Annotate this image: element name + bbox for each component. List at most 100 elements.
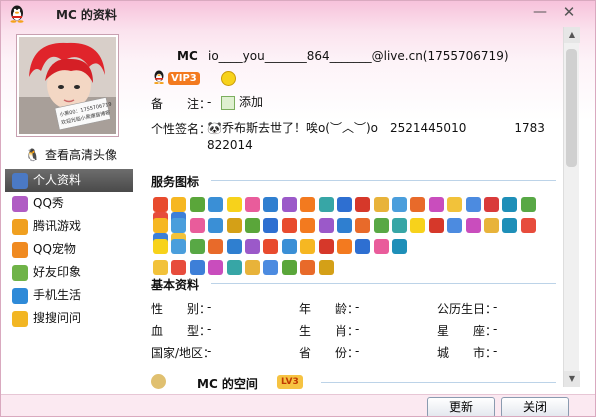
service-icon[interactable] [465, 197, 481, 212]
service-icon[interactable] [208, 260, 224, 275]
service-icon[interactable] [410, 218, 426, 233]
add-remark-link[interactable]: 添加 [221, 93, 263, 110]
service-icon[interactable] [336, 218, 352, 233]
signature-text: 🐼乔布斯去世了！唉o(︶︿︶)o 2521445010 1783822014 [207, 121, 545, 152]
game-icon [12, 219, 28, 235]
service-icon[interactable] [208, 218, 224, 233]
service-icon[interactable] [226, 197, 242, 212]
content-scrollbar[interactable]: ▲ ▼ [563, 27, 580, 387]
section-divider [211, 283, 556, 284]
qq-penguin-icon [10, 5, 24, 23]
service-icon[interactable] [171, 239, 187, 254]
nav-item-3[interactable]: QQ宠物 [5, 238, 133, 261]
nav-item-label: 腾讯游戏 [33, 219, 82, 233]
service-icon[interactable] [373, 239, 389, 254]
service-icon[interactable] [263, 218, 279, 233]
smiley-icon[interactable] [221, 71, 236, 86]
refresh-button[interactable]: 更新 [427, 397, 495, 416]
service-icon[interactable] [355, 239, 371, 254]
nav-item-4[interactable]: 好友印象 [5, 261, 133, 284]
service-icon[interactable] [392, 197, 408, 212]
service-icon[interactable] [281, 260, 297, 275]
service-icon[interactable] [373, 218, 389, 233]
service-icons-grid [153, 197, 553, 281]
scroll-down-arrow-icon[interactable]: ▼ [564, 371, 580, 387]
service-icon[interactable] [355, 197, 371, 212]
service-icon[interactable] [428, 218, 444, 233]
close-button[interactable]: 关闭 [501, 397, 569, 416]
nav-item-0[interactable]: 个人资料 [5, 169, 133, 192]
service-icon[interactable] [153, 197, 168, 212]
service-icon[interactable] [318, 260, 334, 275]
service-icon[interactable] [226, 239, 242, 254]
service-icon[interactable] [318, 197, 334, 212]
service-icon[interactable] [318, 239, 334, 254]
service-icon[interactable] [171, 260, 187, 275]
info-label: 城 市： [437, 346, 498, 360]
service-icon[interactable] [263, 260, 279, 275]
service-icon[interactable] [410, 197, 426, 212]
service-icon[interactable] [336, 239, 352, 254]
service-icon[interactable] [336, 197, 352, 212]
scroll-up-arrow-icon[interactable]: ▲ [564, 27, 580, 43]
basic-info-title: 基本资料 [151, 278, 200, 292]
service-icon[interactable] [318, 218, 334, 233]
service-icon[interactable] [300, 239, 316, 254]
nav-item-2[interactable]: 腾讯游戏 [5, 215, 133, 238]
avatar[interactable]: 小黑00：1755706719 欢迎光临小黑爆居博客 [16, 34, 119, 137]
service-icon[interactable] [300, 260, 316, 275]
scroll-thumb[interactable] [566, 49, 577, 167]
service-icon[interactable] [244, 218, 260, 233]
service-icon[interactable] [171, 197, 187, 212]
service-icon[interactable] [263, 239, 279, 254]
service-icon[interactable] [447, 197, 463, 212]
service-icon[interactable] [244, 260, 260, 275]
service-icon[interactable] [502, 218, 518, 233]
service-icon[interactable] [189, 260, 205, 275]
service-icon[interactable] [281, 197, 297, 212]
service-icon[interactable] [355, 218, 371, 233]
service-icon[interactable] [392, 218, 408, 233]
service-icon[interactable] [153, 260, 168, 275]
service-icon[interactable] [208, 197, 224, 212]
service-icon[interactable] [226, 218, 242, 233]
service-icon[interactable] [484, 197, 500, 212]
nav-item-1[interactable]: QQ秀 [5, 192, 133, 215]
service-icon[interactable] [189, 239, 205, 254]
profile-window: MC 的资料 — ✕ 小黑00：1755706719 欢迎光临小黑爆居博客 🐧 … [0, 0, 596, 417]
service-icon[interactable] [244, 239, 260, 254]
close-window-button[interactable]: ✕ [558, 3, 580, 21]
nav-item-label: 好友印象 [33, 265, 82, 279]
service-icon[interactable] [300, 197, 316, 212]
service-icon[interactable] [465, 218, 481, 233]
nav-item-5[interactable]: 手机生活 [5, 284, 133, 307]
service-icon[interactable] [189, 197, 205, 212]
service-icon[interactable] [502, 197, 518, 212]
service-icon[interactable] [373, 197, 389, 212]
service-icon[interactable] [281, 239, 297, 254]
service-icon[interactable] [153, 239, 168, 254]
service-icon[interactable] [428, 197, 444, 212]
service-icon[interactable] [153, 218, 168, 233]
service-icon[interactable] [208, 239, 224, 254]
bottom-bar: 更新 关闭 [1, 394, 595, 416]
service-icon[interactable] [520, 218, 536, 233]
service-icon[interactable] [244, 197, 260, 212]
minimize-button[interactable]: — [529, 3, 551, 21]
service-icon[interactable] [263, 197, 279, 212]
edit-icon [221, 95, 235, 110]
view-hd-avatar-link[interactable]: 🐧 查看高清头像 [25, 146, 117, 163]
service-icon[interactable] [300, 218, 316, 233]
service-icon[interactable] [226, 260, 242, 275]
service-icon[interactable] [171, 218, 187, 233]
service-icon[interactable] [447, 218, 463, 233]
service-icon[interactable] [392, 239, 408, 254]
service-icon[interactable] [520, 197, 536, 212]
service-icon[interactable] [281, 218, 297, 233]
soso-ask-icon [12, 311, 28, 327]
service-icon[interactable] [484, 218, 500, 233]
vip-level-badge[interactable]: VIP3 [168, 72, 200, 85]
nav-item-6[interactable]: 搜搜问问 [5, 307, 133, 330]
qq-show-icon [12, 196, 28, 212]
service-icon[interactable] [189, 218, 205, 233]
